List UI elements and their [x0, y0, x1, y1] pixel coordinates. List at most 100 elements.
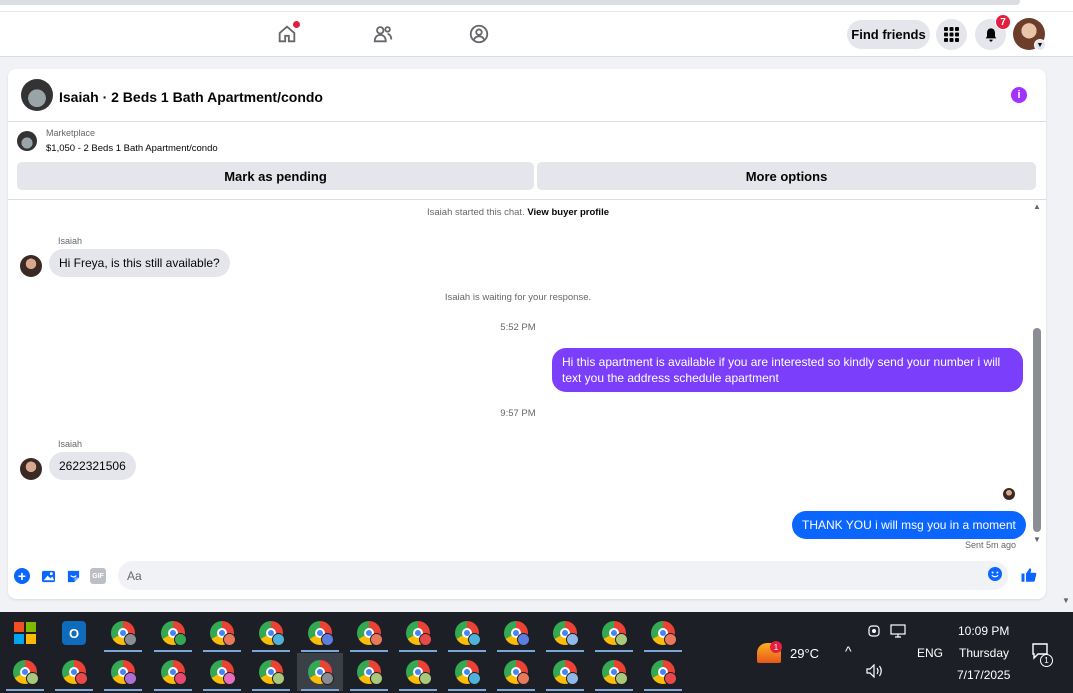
- thumbs-up-icon[interactable]: [1019, 565, 1039, 585]
- profile-badge: [321, 672, 334, 685]
- view-buyer-profile-link[interactable]: View buyer profile: [527, 207, 609, 218]
- horizontal-scroll-thumb[interactable]: [0, 0, 1020, 5]
- message-input[interactable]: Aa: [118, 561, 1008, 590]
- menu-grid-icon[interactable]: [936, 19, 967, 50]
- start-button[interactable]: [2, 614, 48, 652]
- chrome-app[interactable]: [51, 653, 97, 691]
- chrome-app[interactable]: [100, 653, 146, 691]
- seen-avatar: [1003, 488, 1015, 500]
- chrome-app[interactable]: [346, 653, 392, 691]
- photo-icon[interactable]: [40, 568, 56, 584]
- chrome-app[interactable]: [199, 614, 245, 652]
- chevron-down-icon[interactable]: ▼: [1034, 39, 1046, 51]
- profile-badge: [75, 672, 88, 685]
- page-scroll-down-arrow-icon[interactable]: ▼: [1062, 596, 1070, 605]
- message-sender: Isaiah: [58, 236, 83, 246]
- running-indicator: [546, 650, 584, 652]
- chrome-app[interactable]: [542, 614, 588, 652]
- chrome-app[interactable]: [199, 653, 245, 691]
- profile-badge: [468, 672, 481, 685]
- emoji-icon[interactable]: [988, 567, 1002, 581]
- home-icon[interactable]: [274, 21, 300, 47]
- chrome-app[interactable]: [297, 614, 343, 652]
- chrome-app[interactable]: [591, 653, 637, 691]
- notification-count-badge: 7: [995, 14, 1011, 30]
- chrome-app-active[interactable]: [297, 653, 343, 691]
- marketplace-label: Marketplace: [46, 128, 96, 138]
- chat-title[interactable]: Isaiah · 2 Beds 1 Bath Apartment/condo: [59, 89, 323, 105]
- facebook-header: Find friends 7 ▼: [0, 12, 1073, 57]
- profile-badge: [517, 672, 530, 685]
- chrome-app[interactable]: [493, 653, 539, 691]
- camera-icon[interactable]: [867, 624, 881, 641]
- scroll-up-arrow-icon[interactable]: ▲: [1033, 202, 1041, 211]
- chrome-app[interactable]: [591, 614, 637, 652]
- running-indicator: [154, 650, 192, 652]
- chrome-app[interactable]: [444, 614, 490, 652]
- language-indicator[interactable]: ENG: [917, 646, 943, 660]
- chrome-app[interactable]: [640, 614, 686, 652]
- clock-date[interactable]: 7/17/2025: [957, 668, 1010, 682]
- info-icon[interactable]: i: [1011, 87, 1027, 103]
- chevron-up-icon[interactable]: ^: [845, 643, 852, 659]
- chrome-app[interactable]: [346, 614, 392, 652]
- clock-day[interactable]: Thursday: [959, 646, 1009, 660]
- gif-icon[interactable]: GIF: [90, 568, 106, 584]
- chrome-app[interactable]: [248, 653, 294, 691]
- chrome-app[interactable]: [100, 614, 146, 652]
- running-indicator: [104, 689, 142, 691]
- profile-badge: [174, 672, 187, 685]
- running-indicator: [595, 650, 633, 652]
- running-indicator: [55, 689, 93, 691]
- chrome-app[interactable]: [2, 653, 48, 691]
- chrome-app[interactable]: [542, 653, 588, 691]
- more-options-button[interactable]: More options: [537, 162, 1036, 190]
- listing-thumbnail[interactable]: [21, 79, 53, 111]
- chat-started-text: Isaiah started this chat.: [427, 207, 525, 218]
- running-indicator: [497, 650, 535, 652]
- scroll-thumb[interactable]: [1033, 328, 1041, 532]
- chrome-app[interactable]: [395, 653, 441, 691]
- listing-small-thumbnail: [17, 131, 37, 151]
- chrome-app[interactable]: [150, 614, 196, 652]
- network-monitor-icon[interactable]: [890, 624, 906, 641]
- listing-price-title: $1,050 - 2 Beds 1 Bath Apartment/condo: [46, 143, 218, 154]
- sender-avatar[interactable]: [20, 458, 42, 480]
- scroll-down-arrow-icon[interactable]: ▼: [1033, 535, 1041, 544]
- outgoing-message: Hi this apartment is available if you ar…: [552, 348, 1023, 392]
- chrome-app[interactable]: [248, 614, 294, 652]
- friends-icon[interactable]: [370, 21, 396, 47]
- sender-avatar[interactable]: [20, 255, 42, 277]
- running-indicator: [399, 689, 437, 691]
- profile-badge: [419, 672, 432, 685]
- marketplace-listing-bar[interactable]: Marketplace $1,050 - 2 Beds 1 Bath Apart…: [8, 123, 1046, 159]
- profile-badge: [419, 633, 432, 646]
- running-indicator: [301, 689, 339, 691]
- top-strip: [0, 0, 1073, 12]
- volume-icon[interactable]: [866, 663, 884, 681]
- mark-as-pending-button[interactable]: Mark as pending: [17, 162, 534, 190]
- running-indicator: [350, 689, 388, 691]
- running-indicator: [350, 650, 388, 652]
- chrome-app[interactable]: [395, 614, 441, 652]
- temperature[interactable]: 29°C: [790, 646, 819, 661]
- incoming-message: Hi Freya, is this still available?: [49, 249, 230, 277]
- outgoing-message: THANK YOU i will msg you in a moment: [792, 511, 1026, 539]
- sticker-icon[interactable]: [65, 568, 81, 584]
- message-scrollbar[interactable]: ▲ ▼: [1030, 200, 1044, 545]
- chrome-app[interactable]: [493, 614, 539, 652]
- profile-badge: [124, 672, 137, 685]
- find-friends-button[interactable]: Find friends: [847, 20, 930, 49]
- outlook-app[interactable]: O: [51, 614, 97, 652]
- chrome-app[interactable]: [640, 653, 686, 691]
- clock-time[interactable]: 10:09 PM: [958, 624, 1009, 638]
- groups-icon[interactable]: [466, 21, 492, 47]
- chrome-app[interactable]: [150, 653, 196, 691]
- windows-taskbar: O 1 29°C ^ ENG 10:09 PM Thursday 7/17/20…: [0, 612, 1073, 693]
- running-indicator: [595, 689, 633, 691]
- running-indicator: [252, 650, 290, 652]
- chrome-app[interactable]: [444, 653, 490, 691]
- plus-icon[interactable]: +: [14, 568, 30, 584]
- outlook-icon: O: [62, 621, 86, 645]
- running-indicator: [497, 689, 535, 691]
